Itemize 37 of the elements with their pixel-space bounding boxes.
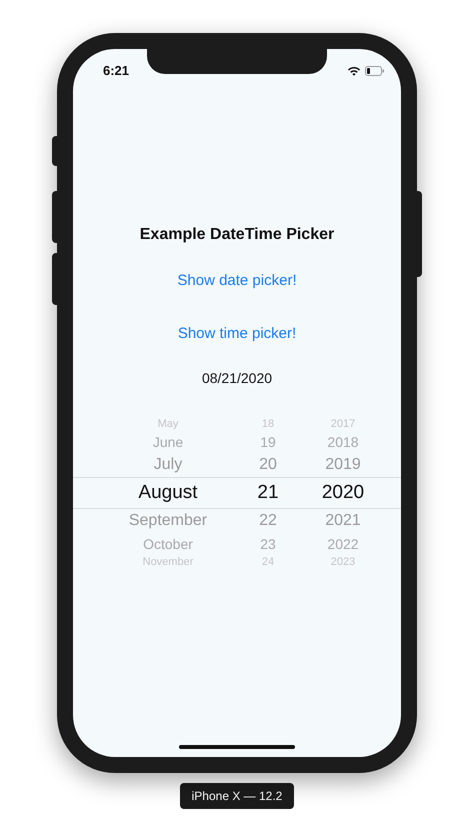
wifi-icon	[347, 66, 361, 76]
picker-row[interactable]: June 19 2018	[91, 431, 383, 453]
device-label: iPhone X — 12.2	[180, 783, 294, 809]
date-text: 08/21/2020	[202, 369, 272, 388]
day-text: 18	[260, 416, 276, 432]
year-text: 2023	[330, 554, 356, 570]
status-time: 6:21	[103, 62, 130, 80]
picker-row[interactable]: September 22 2021	[91, 509, 383, 533]
picker-row[interactable]: August 21 2020	[91, 478, 383, 508]
month-text: May	[156, 416, 180, 432]
year-text: 2022	[326, 534, 360, 554]
year-text: 2017	[330, 416, 356, 432]
link[interactable]: Show date picker!	[177, 270, 297, 292]
picker-row[interactable]: November 24 2023	[91, 555, 383, 569]
month-text: August	[137, 480, 199, 505]
page-title: Example DateTime Picker	[140, 225, 334, 245]
month-text: October	[142, 534, 194, 554]
day-text: 20	[258, 455, 278, 475]
month-text: September	[128, 511, 208, 531]
month-text: July	[152, 455, 184, 475]
picker-row[interactable]: July 20 2019	[91, 453, 383, 477]
month-text: June	[152, 432, 184, 452]
year-text: 2019	[324, 455, 362, 475]
link[interactable]: Show time picker!	[178, 322, 296, 345]
picker-row[interactable]: May 18 2017	[91, 417, 383, 431]
day-text: 21	[256, 480, 280, 505]
year-text: 2021	[324, 511, 362, 531]
battery-icon	[365, 66, 385, 76]
month-text: November	[142, 554, 194, 570]
picker-row[interactable]: October 23 2022	[91, 533, 383, 555]
day-text: 22	[258, 511, 278, 531]
day-text: 24	[260, 554, 276, 570]
day-text: 19	[259, 432, 277, 452]
day-text: 23	[259, 534, 277, 554]
date-picker-wheel[interactable]: May 18 2017 June 19 2018 July 20 2019 August 21 2020 September 22 2021 October 23 2022 November 24 2023	[73, 417, 401, 569]
year-text: 2018	[326, 432, 360, 452]
year-text: 2020	[320, 480, 366, 505]
